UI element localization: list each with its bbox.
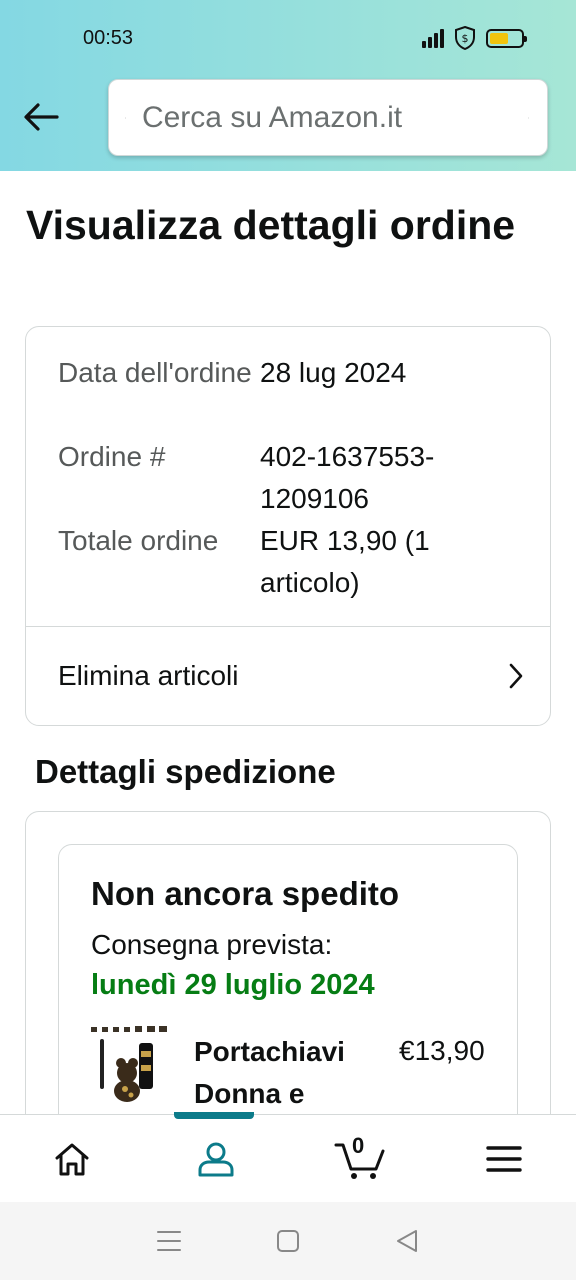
- triangle-back-icon: [396, 1230, 417, 1252]
- delete-items-row[interactable]: Elimina articoli: [26, 627, 550, 725]
- svg-text:$: $: [462, 32, 469, 45]
- order-date-row: Data dell'ordine 28 lug 2024: [58, 352, 500, 394]
- user-icon: [198, 1142, 234, 1177]
- shield-icon: $: [455, 26, 475, 50]
- product-name[interactable]: Portachiavi Donna e: [194, 1031, 384, 1115]
- nav-account[interactable]: [144, 1112, 288, 1203]
- recents-button[interactable]: [149, 1221, 189, 1261]
- order-number-value: 402-1637553-1209106: [260, 441, 435, 514]
- shipping-card: Non ancora spedito Consegna prevista: lu…: [25, 811, 551, 1144]
- page-title: Visualizza dettagli ordine: [26, 202, 516, 248]
- chevron-right-icon: [509, 663, 523, 689]
- delete-items-label: Elimina articoli: [58, 660, 239, 691]
- product-price: €13,90: [399, 1035, 485, 1066]
- expected-delivery-label: Consegna prevista:: [91, 929, 333, 960]
- active-indicator: [174, 1112, 254, 1119]
- product-image[interactable]: [89, 1023, 171, 1109]
- shipment-status: Non ancora spedito: [91, 875, 400, 912]
- bottom-nav: 0: [0, 1112, 576, 1203]
- nav-menu[interactable]: [432, 1115, 576, 1203]
- hamburger-menu-icon: [486, 1146, 522, 1172]
- order-number-label: Ordine #: [58, 441, 166, 472]
- cart-count: 0: [352, 1133, 365, 1158]
- arrow-left-icon: [24, 103, 59, 131]
- battery-icon: [486, 28, 527, 48]
- nav-cart[interactable]: 0: [288, 1115, 432, 1203]
- shipment-box: Non ancora spedito Consegna prevista: lu…: [58, 844, 518, 1144]
- system-nav-bar: [0, 1202, 576, 1280]
- system-home-button[interactable]: [268, 1221, 308, 1261]
- recents-icon: [157, 1231, 182, 1251]
- camera-scan-icon[interactable]: [528, 98, 529, 138]
- order-number-row: Ordine # 402-1637553-1209106: [58, 436, 500, 520]
- status-time: 00:53: [83, 27, 134, 49]
- back-button[interactable]: [20, 96, 62, 138]
- search-icon: [125, 117, 126, 118]
- order-summary-card: Data dell'ordine 28 lug 2024 Ordine # 40…: [25, 326, 551, 726]
- system-back-button[interactable]: [387, 1221, 427, 1261]
- search-input[interactable]: [141, 100, 528, 135]
- signal-icon: [422, 28, 444, 48]
- order-date-label: Data dell'ordine: [58, 357, 252, 388]
- search-bar[interactable]: [108, 79, 548, 156]
- square-icon: [276, 1230, 299, 1252]
- expected-delivery-date: lunedì 29 luglio 2024: [91, 969, 375, 1001]
- app-header: 00:53 $: [0, 0, 576, 171]
- order-date-value: 28 lug 2024: [260, 357, 407, 388]
- home-icon: [55, 1143, 89, 1176]
- order-total-label: Totale ordine: [58, 525, 219, 556]
- battery-fill: [490, 32, 508, 44]
- order-total-value: EUR 13,90 (1 articolo): [260, 525, 430, 598]
- status-icons: $: [422, 26, 527, 50]
- order-total-row: Totale ordine EUR 13,90 (1 articolo): [58, 520, 500, 604]
- shipping-section-title: Dettagli spedizione: [35, 753, 336, 790]
- nav-home[interactable]: [0, 1115, 144, 1203]
